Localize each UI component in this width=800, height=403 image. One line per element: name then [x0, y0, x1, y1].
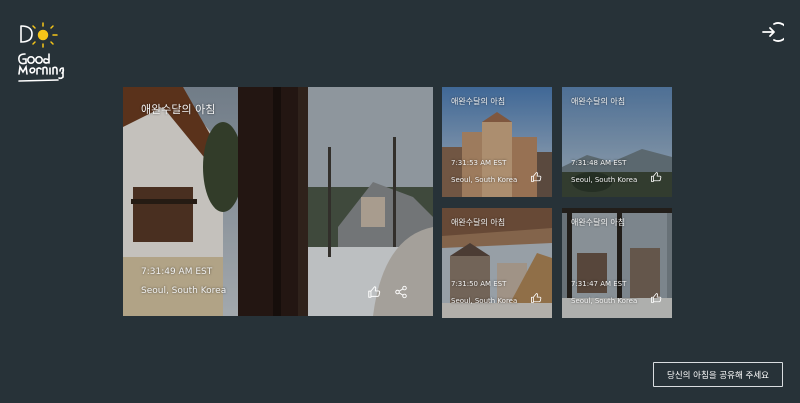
card-location: Seoul, South Korea: [571, 297, 638, 305]
card-time: 7:31:47 AM EST: [571, 280, 627, 288]
card-time: 7:31:49 AM EST: [141, 267, 213, 277]
card-location: Seoul, South Korea: [141, 286, 227, 296]
like-button[interactable]: [530, 171, 542, 183]
card-time: 7:31:50 AM EST: [451, 280, 507, 288]
thumbs-up-icon: [651, 172, 662, 182]
feed-card[interactable]: 애완수달의 아침 7:31:48 AM EST Seoul, South Kor…: [562, 87, 672, 197]
like-button[interactable]: [650, 292, 662, 304]
logout-button[interactable]: [760, 20, 788, 44]
card-location: Seoul, South Korea: [451, 176, 518, 184]
card-title: 애완수달의 아침: [141, 103, 216, 116]
card-title: 애완수달의 아침: [451, 97, 506, 106]
share-button[interactable]: [394, 285, 408, 299]
share-morning-button[interactable]: 당신의 아침을 공유해 주세요: [653, 362, 783, 387]
thumbs-up-icon: [531, 172, 542, 182]
card-time: 7:31:48 AM EST: [571, 159, 627, 167]
app-logo[interactable]: [16, 20, 66, 84]
card-title: 애완수달의 아침: [571, 97, 626, 106]
feed-card-featured[interactable]: 애완수달의 아침 7:31:49 AM EST Seoul, South Kor…: [123, 87, 433, 316]
thumbs-up-icon: [651, 293, 662, 303]
feed-card[interactable]: 애완수달의 아침 7:31:53 AM EST Seoul, South Kor…: [442, 87, 552, 197]
card-overlay: [123, 87, 433, 316]
logout-icon: [762, 22, 788, 42]
like-button[interactable]: [367, 285, 381, 299]
feed-card[interactable]: 애완수달의 아침 7:31:50 AM EST Seoul, South Kor…: [442, 208, 552, 318]
like-button[interactable]: [530, 292, 542, 304]
card-title: 애완수달의 아침: [451, 218, 506, 227]
thumbs-up-icon: [368, 286, 381, 298]
share-icon: [395, 285, 407, 299]
card-time: 7:31:53 AM EST: [451, 159, 507, 167]
card-title: 애완수달의 아침: [571, 218, 626, 227]
card-location: Seoul, South Korea: [571, 176, 638, 184]
feed-card[interactable]: 애완수달의 아침 7:31:47 AM EST Seoul, South Kor…: [562, 208, 672, 318]
thumbs-up-icon: [531, 293, 542, 303]
like-button[interactable]: [650, 171, 662, 183]
card-location: Seoul, South Korea: [451, 297, 518, 305]
